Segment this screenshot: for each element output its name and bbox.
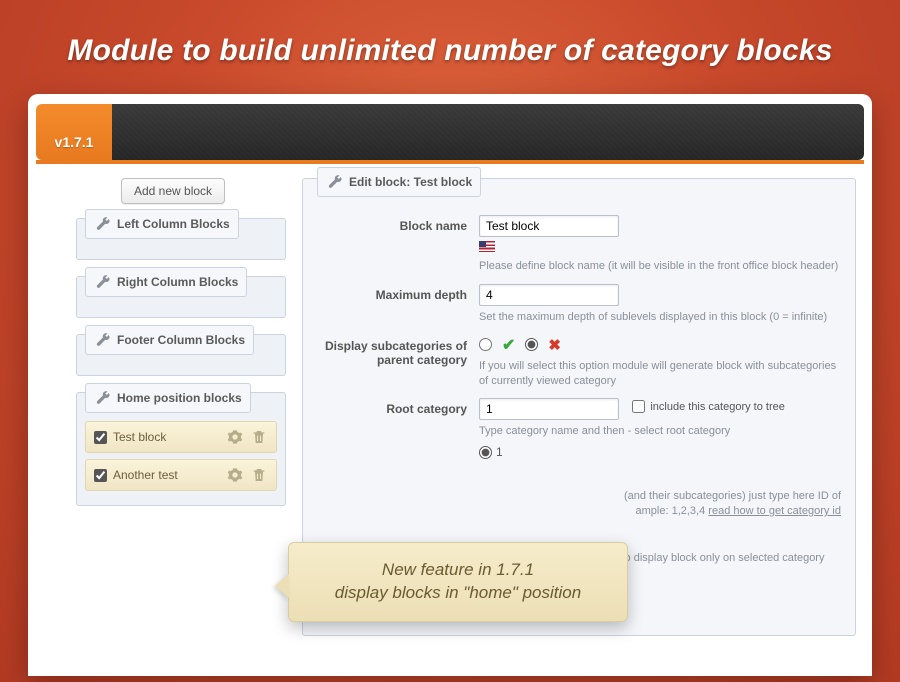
- wrench-icon: [94, 273, 112, 291]
- block-enable-checkbox[interactable]: [94, 431, 107, 444]
- include-category-checkbox[interactable]: [632, 400, 645, 413]
- max-depth-input[interactable]: [479, 284, 619, 306]
- label-display-sub: Display subcategories of parent category: [317, 335, 467, 389]
- panel-title: Footer Column Blocks: [117, 333, 245, 347]
- hint-block-name: Please define block name (it will be vis…: [479, 255, 841, 274]
- wrench-icon: [94, 215, 112, 233]
- panel-title: Home position blocks: [117, 391, 242, 405]
- tree-root-value: 1: [496, 445, 503, 459]
- panel-legend-right: Right Column Blocks: [85, 267, 247, 297]
- panel-left-column: Left Column Blocks: [76, 218, 286, 260]
- list-item: Test block: [85, 421, 277, 453]
- admin-card: v1.7.1 Add new block Left Column Blocks: [28, 94, 872, 676]
- hint-exclude-1: (and their subcategories) just type here…: [479, 489, 841, 504]
- hint-root: Type category name and then - select roo…: [479, 420, 841, 439]
- hint-exclude-2: ample: 1,2,3,4 read how to get category …: [479, 504, 841, 519]
- us-flag-icon[interactable]: [479, 241, 495, 252]
- trash-icon[interactable]: [250, 428, 268, 446]
- feature-callout: New feature in 1.7.1 display blocks in "…: [288, 542, 628, 622]
- row-root-category: Root category include this category to t…: [317, 392, 841, 463]
- top-bar: v1.7.1: [36, 104, 864, 160]
- gear-icon[interactable]: [226, 466, 244, 484]
- panel-legend-footer: Footer Column Blocks: [85, 325, 254, 355]
- callout-line-1: New feature in 1.7.1: [307, 559, 609, 582]
- cross-icon: ✖: [548, 336, 561, 354]
- panel-footer-column: Footer Column Blocks: [76, 334, 286, 376]
- hint-max-depth: Set the maximum depth of sublevels displ…: [479, 306, 841, 325]
- panel-right-column: Right Column Blocks: [76, 276, 286, 318]
- block-enable-checkbox[interactable]: [94, 469, 107, 482]
- label-block-name: Block name: [317, 215, 467, 274]
- panel-title: Left Column Blocks: [117, 217, 230, 231]
- hint-display-sub: If you will select this option module wi…: [479, 355, 841, 389]
- block-name-label: Another test: [113, 468, 220, 482]
- left-column: Add new block Left Column Blocks Right C…: [76, 178, 286, 636]
- label-max-depth: Maximum depth: [317, 284, 467, 325]
- label-root-category: Root category: [317, 398, 467, 459]
- fieldset-legend: Edit block: Test block: [317, 167, 481, 197]
- tree-root-radio[interactable]: [479, 446, 492, 459]
- fieldset-title: Edit block: Test block: [349, 175, 472, 189]
- row-display-sub: Display subcategories of parent category…: [317, 329, 841, 393]
- include-category-label: include this category to tree: [650, 401, 785, 413]
- panel-title: Right Column Blocks: [117, 275, 238, 289]
- module-header-strip: [112, 104, 864, 160]
- version-tab: v1.7.1: [36, 104, 112, 160]
- check-icon: ✔: [502, 335, 515, 355]
- wrench-icon: [94, 389, 112, 407]
- read-how-link[interactable]: read how to get category id: [708, 505, 841, 517]
- trash-icon[interactable]: [250, 466, 268, 484]
- wrench-icon: [94, 331, 112, 349]
- radio-no[interactable]: [525, 338, 538, 351]
- gear-icon[interactable]: [226, 428, 244, 446]
- row-max-depth: Maximum depth Set the maximum depth of s…: [317, 278, 841, 329]
- block-name-label: Test block: [113, 430, 220, 444]
- hero-title: Module to build unlimited number of cate…: [0, 0, 900, 94]
- home-blocks-list: Test block Another test: [85, 421, 277, 491]
- panel-legend-left: Left Column Blocks: [85, 209, 239, 239]
- panel-legend-home: Home position blocks: [85, 383, 251, 413]
- wrench-icon: [326, 173, 344, 191]
- callout-line-2: display blocks in "home" position: [307, 582, 609, 605]
- radio-yes[interactable]: [479, 338, 492, 351]
- block-name-input[interactable]: [479, 215, 619, 237]
- row-block-name: Block name Please define block name (it …: [317, 209, 841, 278]
- panel-home-position: Home position blocks Test block: [76, 392, 286, 506]
- root-category-input[interactable]: [479, 398, 619, 420]
- list-item: Another test: [85, 459, 277, 491]
- add-new-block-button[interactable]: Add new block: [121, 178, 225, 204]
